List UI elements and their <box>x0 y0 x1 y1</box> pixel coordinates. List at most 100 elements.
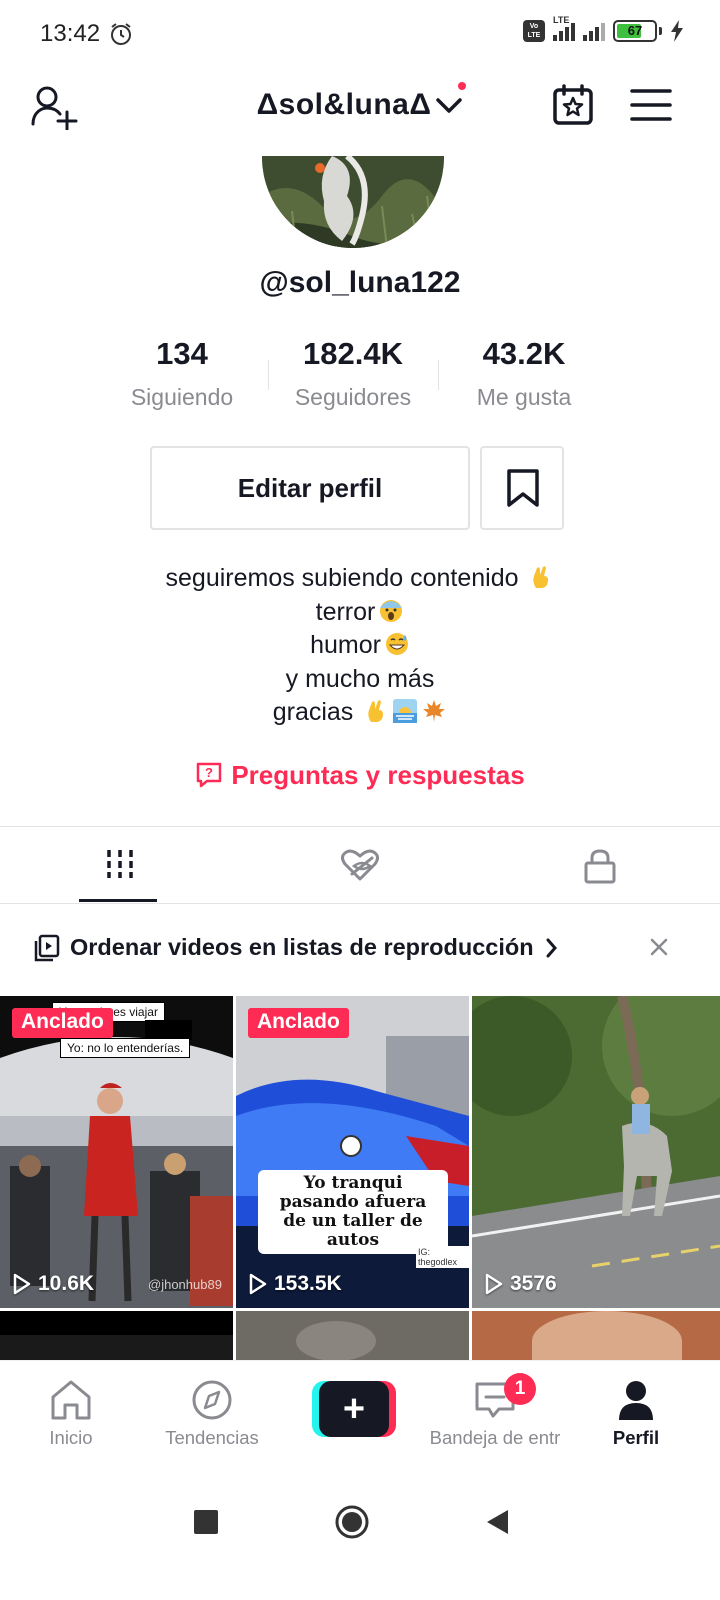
crossed-fingers-emoji-icon <box>368 700 384 722</box>
nav-profile-label: Perfil <box>612 1427 660 1448</box>
status-time: 13:42 <box>40 20 101 47</box>
tab-liked[interactable] <box>240 828 480 902</box>
back-icon[interactable] <box>484 1508 510 1536</box>
recent-apps-icon[interactable] <box>194 1510 218 1534</box>
profile-header: Δsol&lunaΔ <box>0 70 720 150</box>
stat-following[interactable]: 134 Siguiendo <box>92 336 272 411</box>
avatar[interactable] <box>262 156 444 248</box>
following-count: 134 <box>156 336 208 371</box>
account-switcher[interactable]: Δsol&lunaΔ <box>0 88 720 122</box>
pinned-badge: Anclado <box>248 1008 349 1038</box>
view-count: 10.6K <box>12 1272 94 1296</box>
volte-icon: Vo LTE <box>523 20 545 42</box>
likes-count: 43.2K <box>482 336 566 371</box>
bio-line: terror <box>0 596 720 630</box>
playlist-icon <box>34 934 60 962</box>
question-chat-icon: ? <box>197 762 222 788</box>
create-button[interactable]: + <box>312 1381 396 1437</box>
svg-text:?: ? <box>205 765 213 780</box>
stat-likes[interactable]: 43.2K Me gusta <box>434 336 614 411</box>
pinned-badge: Anclado <box>12 1008 113 1038</box>
bookmark-icon <box>507 469 539 507</box>
profile-icon <box>619 1381 653 1420</box>
edit-profile-button[interactable]: Editar perfil <box>150 446 470 530</box>
nav-home[interactable]: Inicio <box>40 1379 102 1449</box>
battery-tip <box>659 27 662 35</box>
playlist-banner-text: Ordenar videos en listas de reproducción <box>70 934 534 960</box>
video-tile[interactable]: 3576 <box>472 996 720 1308</box>
qa-link[interactable]: ? Preguntas y respuestas <box>0 760 720 791</box>
video-tile[interactable]: Yo: ¿quieres viajar ...nto? Yo: no lo en… <box>0 996 233 1308</box>
plus-icon: + <box>342 1388 366 1430</box>
notification-dot <box>458 82 466 90</box>
meme-caption: ...nto? <box>145 1020 193 1040</box>
calendar-star-icon[interactable] <box>552 84 594 126</box>
nav-home-label: Inicio <box>49 1427 93 1448</box>
stat-followers[interactable]: 182.4K Seguidores <box>263 336 443 411</box>
nav-discover[interactable]: Tendencias <box>160 1379 264 1449</box>
alarm-icon <box>111 23 131 45</box>
nav-profile[interactable]: Perfil <box>606 1379 666 1449</box>
play-icon <box>249 1273 267 1295</box>
battery-icon: 67 <box>613 20 657 42</box>
video-caption: Yo tranqui pasando afuera de un taller d… <box>258 1170 448 1254</box>
close-icon[interactable] <box>648 936 670 958</box>
tab-videos[interactable] <box>0 828 240 902</box>
following-label: Siguiendo <box>130 384 234 410</box>
content-tabs <box>0 828 720 904</box>
bio: seguiremos subiendo contenido terror hum… <box>0 562 720 730</box>
chevron-down-icon <box>436 98 463 113</box>
view-count: 153.5K <box>248 1272 342 1296</box>
tab-private[interactable] <box>480 828 720 902</box>
nav-inbox-label: Bandeja de entr <box>429 1427 561 1448</box>
home-icon <box>51 1380 91 1420</box>
video-watermark: @jhonhub89 <box>148 1277 222 1292</box>
inbox-badge: 1 <box>504 1373 536 1405</box>
hidden-heart-icon <box>341 849 379 881</box>
nav-discover-label: Tendencias <box>165 1427 259 1448</box>
signal-lte-icon: LTE <box>553 15 575 41</box>
bio-line: y mucho más <box>285 664 435 693</box>
video-watermark: IG: thegodlex <box>416 1246 469 1268</box>
grinning-sweat-emoji-icon <box>385 633 408 655</box>
divider <box>0 826 720 827</box>
home-button-icon[interactable] <box>334 1504 370 1540</box>
status-bar: 13:42 Vo LTE LTE 67 <box>0 0 720 66</box>
followers-label: Seguidores <box>294 384 412 410</box>
video-tile[interactable] <box>0 1311 233 1360</box>
bio-line: seguiremos subiendo contenido <box>0 562 720 596</box>
active-tab-indicator <box>79 899 157 902</box>
bottom-navigation: Inicio Tendencias + Bandeja de entr 1 Pe… <box>0 1360 720 1474</box>
likes-label: Me gusta <box>476 384 572 410</box>
video-tile[interactable] <box>472 1311 720 1360</box>
lte-label: LTE <box>553 15 570 25</box>
meme-caption: Yo: no lo entenderías. <box>60 1038 191 1058</box>
crossed-fingers-emoji-icon <box>533 566 549 588</box>
sunrise-emoji-icon <box>393 699 418 723</box>
lock-icon <box>584 849 616 884</box>
battery-level: 67 <box>627 23 643 38</box>
status-indicators: Vo LTE LTE 67 <box>523 15 684 42</box>
chevron-right-icon <box>546 938 557 958</box>
video-tile[interactable]: Yo tranqui pasando afuera de un taller d… <box>236 996 469 1308</box>
nav-inbox[interactable]: Bandeja de entr <box>422 1379 568 1449</box>
bio-line: humor <box>0 629 720 663</box>
system-navigation <box>0 1474 720 1600</box>
scream-emoji-icon <box>380 599 403 622</box>
playlist-banner[interactable]: Ordenar videos en listas de reproducción <box>0 906 720 990</box>
maple-leaf-emoji-icon <box>423 700 446 722</box>
account-name: Δsol&lunaΔ <box>256 88 432 121</box>
video-grid: Yo: ¿quieres viajar ...nto? Yo: no lo en… <box>0 996 720 1360</box>
divider <box>0 903 720 904</box>
qa-label: Preguntas y respuestas <box>231 760 525 790</box>
followers-count: 182.4K <box>303 336 403 371</box>
favorites-button[interactable] <box>480 446 564 530</box>
grid-icon <box>107 850 133 878</box>
play-icon <box>485 1273 503 1295</box>
username-handle: @sol_luna122 <box>259 266 461 299</box>
video-tile[interactable] <box>236 1311 469 1360</box>
view-count: 3576 <box>484 1272 557 1296</box>
play-icon <box>13 1273 31 1295</box>
bio-line: gracias <box>0 696 720 730</box>
menu-icon[interactable] <box>630 88 672 122</box>
